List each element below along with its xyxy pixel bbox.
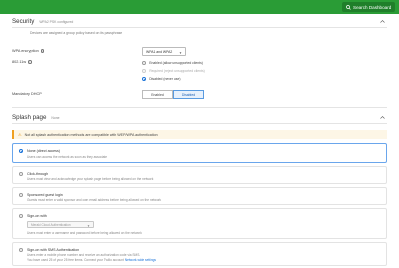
chevron-up-icon[interactable] (380, 19, 385, 24)
mandatory-dhcp-label: Mandatory DHCP (12, 92, 42, 96)
option-label: Enabled (allow unsupported clients) (149, 61, 203, 66)
radio-button[interactable] (19, 214, 24, 219)
radio-button (142, 69, 147, 74)
option-description: Guests must enter a valid sponsor and ow… (27, 198, 162, 202)
search-icon (346, 4, 351, 10)
splash-option-none[interactable]: None (direct access) Users can access th… (12, 143, 387, 163)
divider (12, 107, 387, 108)
warning-icon: ⚠ (18, 132, 22, 137)
search-dashboard-label: Search Dashboard (353, 4, 392, 10)
option-title: None (direct access) (27, 148, 60, 153)
top-bar: Search Dashboard (0, 0, 399, 14)
info-icon[interactable]: i (28, 60, 32, 64)
option-description-2: You have used 25 of your 25 free items. … (27, 258, 156, 262)
802-11w-option-disabled[interactable]: Disabled (never use) (142, 77, 181, 82)
dhcp-enabled-button[interactable]: Enabled (142, 90, 173, 99)
chevron-up-icon[interactable] (380, 115, 385, 120)
splash-title: Splash page (12, 114, 47, 121)
splash-warning: ⚠ Not all splash authentication methods … (12, 130, 387, 139)
mandatory-dhcp-text: Mandatory DHCP (12, 92, 42, 96)
802-11w-option-enabled[interactable]: Enabled (allow unsupported clients) (142, 61, 203, 66)
radio-button[interactable] (19, 172, 24, 177)
splash-option-sms[interactable]: Sign-on with SMS Authentication Users en… (12, 242, 387, 266)
radio-button[interactable] (142, 61, 147, 66)
radio-button[interactable] (19, 193, 24, 198)
option-title: Sponsored guest login (27, 192, 63, 197)
splash-option-click-through[interactable]: Click-through Users must view and acknow… (12, 166, 387, 184)
group-policy-note: Devices are assigned a group policy base… (30, 31, 123, 35)
802-11w-text: 802.11w (12, 60, 27, 64)
warning-text: Not all splash authentication methods ar… (24, 132, 158, 137)
security-subtitle: WPA2 PSK configured (39, 20, 74, 24)
sign-on-method-value: Meraki Cloud Authentication (31, 222, 71, 227)
divider (12, 123, 387, 124)
splash-option-sign-on-with[interactable]: Sign-on with Meraki Cloud Authentication… (12, 208, 387, 239)
sms-usage-text: You have used 25 of your 25 free items. … (27, 258, 124, 262)
radio-button[interactable] (19, 149, 24, 154)
option-description: Users must enter a username and password… (27, 231, 142, 235)
info-icon[interactable]: i (40, 49, 45, 53)
option-title: Click-through (27, 171, 49, 176)
wpa-encryption-select[interactable]: WPA1 and WPA2 ▼ (142, 47, 186, 56)
security-section-header: Security WPA2 PSK configured (12, 18, 73, 25)
radio-button[interactable] (19, 248, 24, 253)
option-label: Required (reject unsupported clients) (149, 69, 205, 74)
option-title: Sign-on with (27, 213, 47, 218)
security-title: Security (12, 18, 35, 25)
splash-section-header: Splash page None (12, 114, 60, 121)
option-description: Users enter a mobile phone number and re… (27, 253, 141, 257)
splash-option-sponsored-guest[interactable]: Sponsored guest login Guests must enter … (12, 187, 387, 205)
search-dashboard-button[interactable]: Search Dashboard (342, 2, 395, 12)
802-11w-label: 802.11w i (12, 60, 32, 64)
splash-subtitle: None (51, 116, 60, 120)
divider (12, 27, 387, 28)
radio-button[interactable] (142, 77, 147, 82)
mandatory-dhcp-toggle: Enabled Disabled (142, 90, 204, 99)
option-title: Sign-on with SMS Authentication (27, 247, 80, 252)
wpa-encryption-value: WPA1 and WPA2 (146, 49, 173, 54)
chevron-down-icon: ▼ (87, 223, 90, 228)
option-description: Users can access the network as soon as … (27, 155, 108, 159)
sign-on-method-select[interactable]: Meraki Cloud Authentication ▼ (27, 221, 94, 228)
802-11w-option-required: Required (reject unsupported clients) (142, 69, 205, 74)
network-wide-settings-link[interactable]: Network-wide settings (125, 258, 156, 262)
dhcp-disabled-button[interactable]: Disabled (173, 90, 204, 99)
option-description: Users must view and acknowledge your spl… (27, 177, 154, 181)
option-label: Disabled (never use) (149, 77, 181, 82)
wpa-encryption-label: WPA encryption i (12, 49, 45, 53)
chevron-down-icon: ▼ (179, 50, 182, 55)
wpa-encryption-text: WPA encryption (12, 49, 39, 53)
